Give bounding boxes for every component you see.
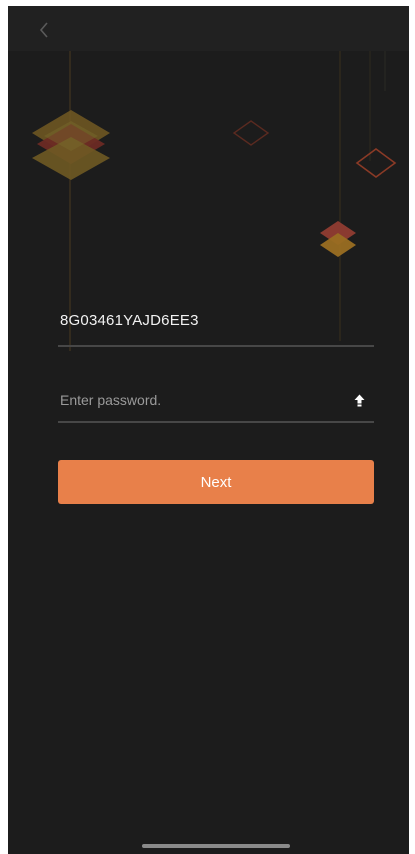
outline-diamond-right (355, 148, 397, 178)
stacked-diamonds-left (32, 110, 110, 180)
caps-lock-icon (352, 392, 366, 408)
outline-diamond-center (232, 120, 270, 146)
login-screen: 8G03461YAJD6EE3 Next (8, 6, 409, 854)
password-field[interactable] (58, 380, 374, 423)
back-button[interactable] (30, 16, 58, 44)
home-indicator[interactable] (142, 844, 290, 848)
password-input[interactable] (58, 386, 332, 414)
account-id-text: 8G03461YAJD6EE3 (60, 312, 199, 329)
chevron-left-icon (39, 22, 48, 38)
next-button[interactable]: Next (58, 460, 374, 504)
stacked-diamonds-right (320, 221, 356, 257)
top-navigation-bar (8, 6, 409, 51)
account-field[interactable]: 8G03461YAJD6EE3 (58, 302, 374, 347)
